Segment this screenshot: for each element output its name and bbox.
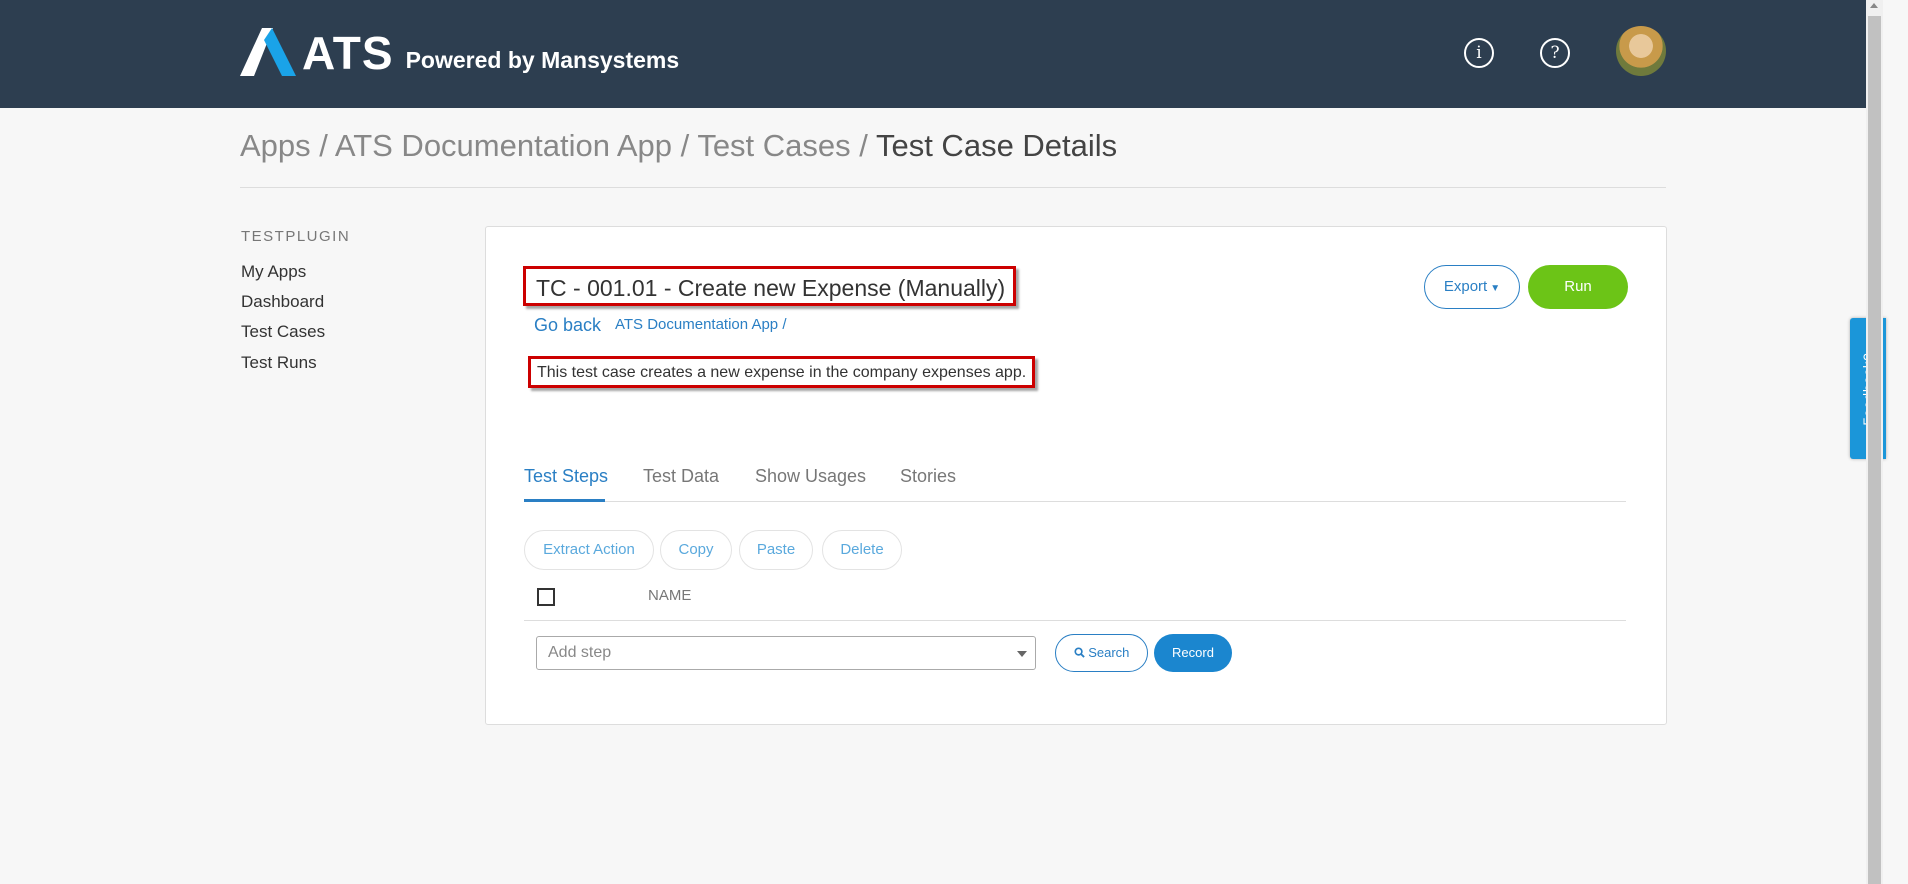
sidebar-item-my-apps[interactable]: My Apps <box>241 262 306 282</box>
logo-text: ATS <box>302 27 394 79</box>
dropdown-arrow-icon <box>1017 651 1027 657</box>
breadcrumb-app[interactable]: ATS Documentation App <box>335 128 672 163</box>
breadcrumb-apps[interactable]: Apps <box>240 128 311 163</box>
tab-test-steps[interactable]: Test Steps <box>524 466 608 487</box>
breadcrumb: Apps / ATS Documentation App / Test Case… <box>240 128 1117 164</box>
scroll-up-icon[interactable] <box>1870 3 1878 8</box>
tab-test-data[interactable]: Test Data <box>643 466 719 487</box>
table-divider <box>524 620 1626 621</box>
paste-button[interactable]: Paste <box>739 530 813 570</box>
tabs-divider <box>524 501 1626 502</box>
top-navbar: ATS Powered by Mansystems i ? <box>0 0 1866 108</box>
powered-by-text: Powered by Mansystems <box>405 47 680 73</box>
search-icon <box>1074 647 1085 658</box>
vertical-scrollbar[interactable] <box>1866 0 1883 884</box>
search-button[interactable]: Search <box>1055 634 1148 672</box>
run-button[interactable]: Run <box>1528 265 1628 309</box>
sidebar-item-test-cases[interactable]: Test Cases <box>241 322 325 342</box>
breadcrumb-test-cases[interactable]: Test Cases <box>697 128 850 163</box>
breadcrumb-separator: / <box>680 128 690 163</box>
copy-button[interactable]: Copy <box>660 530 732 570</box>
breadcrumb-current: Test Case Details <box>875 128 1118 163</box>
scrollbar-thumb[interactable] <box>1868 16 1881 884</box>
select-all-checkbox[interactable] <box>537 588 555 606</box>
sidebar-title: TESTPLUGIN <box>241 228 351 245</box>
caret-down-icon: ▼ <box>1490 283 1501 294</box>
record-button[interactable]: Record <box>1154 634 1232 672</box>
go-back-link[interactable]: Go back <box>534 315 601 336</box>
breadcrumb-divider <box>240 187 1666 188</box>
breadcrumb-separator: / <box>319 128 328 163</box>
sidebar-item-test-runs[interactable]: Test Runs <box>241 353 317 373</box>
column-header-name[interactable]: NAME <box>648 587 691 604</box>
breadcrumb-separator: / <box>859 128 868 163</box>
search-label: Search <box>1088 645 1130 660</box>
add-step-select[interactable]: Add step <box>536 636 1036 670</box>
help-icon[interactable]: ? <box>1540 38 1570 68</box>
active-tab-indicator <box>524 499 605 502</box>
tab-stories[interactable]: Stories <box>900 466 956 487</box>
add-step-placeholder: Add step <box>548 644 612 661</box>
export-button[interactable]: Export ▼ <box>1424 265 1520 309</box>
test-case-description: This test case creates a new expense in … <box>528 356 1036 388</box>
info-icon[interactable]: i <box>1464 38 1494 68</box>
app-link[interactable]: ATS Documentation App / <box>615 316 786 333</box>
delete-button[interactable]: Delete <box>822 530 902 570</box>
test-case-title: TC - 001.01 - Create new Expense (Manual… <box>523 266 1017 306</box>
tab-show-usages[interactable]: Show Usages <box>755 466 866 487</box>
sidebar-item-dashboard[interactable]: Dashboard <box>241 292 324 312</box>
ats-logo-mark-icon <box>240 28 296 76</box>
extract-action-button[interactable]: Extract Action <box>524 530 654 570</box>
avatar[interactable] <box>1616 26 1666 76</box>
ats-logo[interactable]: ATS Powered by Mansystems <box>240 28 679 76</box>
export-label: Export <box>1443 278 1488 295</box>
